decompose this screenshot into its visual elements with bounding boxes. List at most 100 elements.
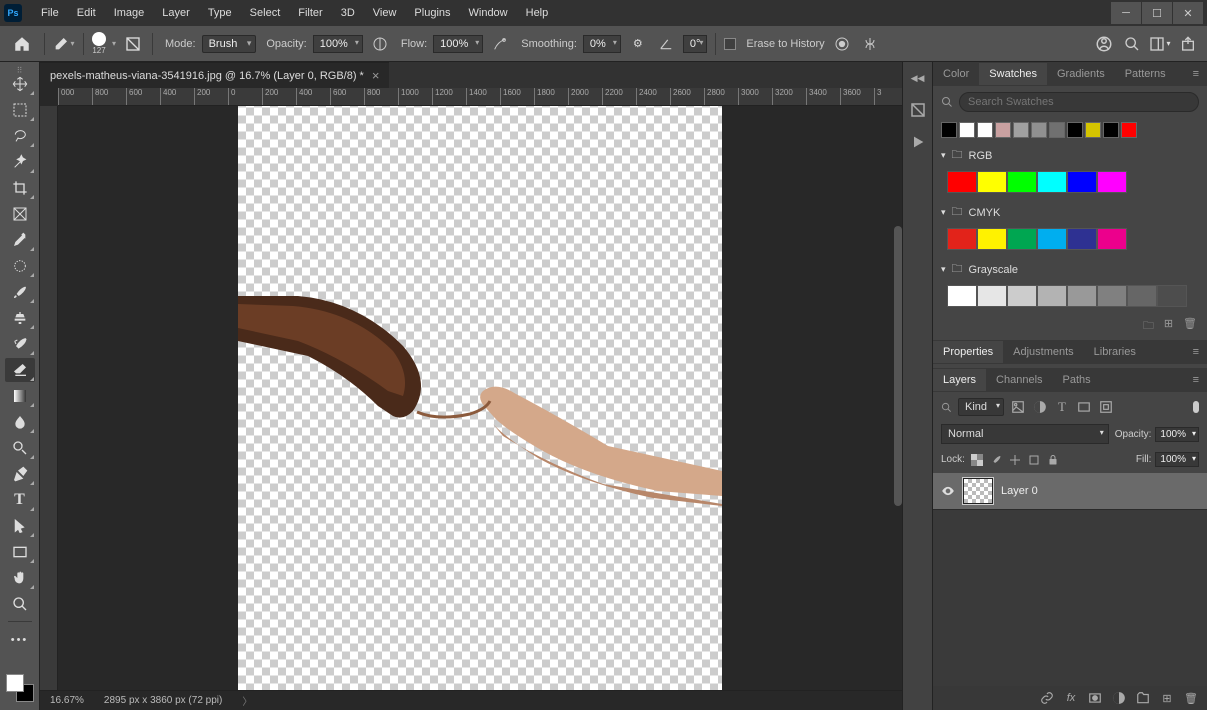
close-tab-icon[interactable]: × bbox=[372, 68, 380, 83]
ruler-vertical[interactable] bbox=[40, 106, 58, 690]
swatch[interactable] bbox=[1007, 171, 1037, 193]
layer-filter-select[interactable]: Kind bbox=[958, 398, 1004, 416]
tab-layers[interactable]: Layers bbox=[933, 369, 986, 391]
mode-select[interactable]: Brush bbox=[202, 35, 257, 53]
swatch[interactable] bbox=[977, 171, 1007, 193]
swatch[interactable] bbox=[1037, 228, 1067, 250]
opacity-field[interactable]: 100% bbox=[313, 35, 363, 53]
tab-libraries[interactable]: Libraries bbox=[1084, 341, 1146, 363]
cloud-docs-icon[interactable] bbox=[1093, 33, 1115, 55]
menu-layer[interactable]: Layer bbox=[153, 3, 199, 23]
menu-window[interactable]: Window bbox=[460, 3, 517, 23]
foreground-color[interactable] bbox=[6, 674, 24, 692]
rectangle-tool[interactable] bbox=[5, 540, 35, 564]
angle-field[interactable]: 0° bbox=[683, 35, 708, 53]
swatch[interactable] bbox=[1007, 228, 1037, 250]
tablet-pressure-size-icon[interactable] bbox=[831, 33, 853, 55]
marquee-tool[interactable] bbox=[5, 98, 35, 122]
swatch[interactable] bbox=[1097, 171, 1127, 193]
new-swatch-icon[interactable]: ⊞ bbox=[1164, 317, 1173, 336]
opacity-pressure-icon[interactable] bbox=[369, 33, 391, 55]
minimize-button[interactable]: ─ bbox=[1111, 2, 1141, 24]
swatch[interactable] bbox=[995, 122, 1011, 138]
crop-tool[interactable] bbox=[5, 176, 35, 200]
airbrush-icon[interactable] bbox=[489, 33, 511, 55]
magic-wand-tool[interactable] bbox=[5, 150, 35, 174]
swatch[interactable] bbox=[1013, 122, 1029, 138]
swatch[interactable] bbox=[1157, 285, 1187, 307]
menu-image[interactable]: Image bbox=[105, 3, 154, 23]
link-layers-icon[interactable] bbox=[1039, 690, 1055, 706]
swatch-folder-icon[interactable]: 🗀 bbox=[1143, 317, 1154, 336]
brush-preview[interactable]: 127 bbox=[92, 32, 106, 55]
filter-toggle[interactable] bbox=[1193, 401, 1199, 413]
swatch-group-rgb[interactable]: ▾🗀RGB bbox=[933, 142, 1207, 169]
symmetry-icon[interactable] bbox=[859, 33, 881, 55]
swatch[interactable] bbox=[1067, 285, 1097, 307]
menu-type[interactable]: Type bbox=[199, 3, 241, 23]
move-tool[interactable] bbox=[5, 72, 35, 96]
lock-artboard-icon[interactable] bbox=[1027, 453, 1041, 467]
healing-brush-tool[interactable] bbox=[5, 254, 35, 278]
document-tab[interactable]: pexels-matheus-viana-3541916.jpg @ 16.7%… bbox=[40, 62, 389, 88]
lock-transparency-icon[interactable] bbox=[970, 453, 984, 467]
swatch[interactable] bbox=[977, 228, 1007, 250]
swatch[interactable] bbox=[1049, 122, 1065, 138]
tab-adjustments[interactable]: Adjustments bbox=[1003, 341, 1084, 363]
swatch[interactable] bbox=[1121, 122, 1137, 138]
tab-channels[interactable]: Channels bbox=[986, 369, 1052, 391]
canvas[interactable] bbox=[58, 106, 902, 690]
tab-gradients[interactable]: Gradients bbox=[1047, 63, 1115, 85]
swatch[interactable] bbox=[977, 285, 1007, 307]
swatch[interactable] bbox=[947, 171, 977, 193]
brush-tool[interactable] bbox=[5, 280, 35, 304]
workspace-icon[interactable]: ▾ bbox=[1149, 33, 1171, 55]
layer-opacity-field[interactable]: 100% bbox=[1155, 427, 1199, 442]
zoom-tool[interactable] bbox=[5, 592, 35, 616]
close-window-button[interactable]: ✕ bbox=[1173, 2, 1203, 24]
pen-tool[interactable] bbox=[5, 462, 35, 486]
swatch-search-input[interactable] bbox=[959, 92, 1199, 112]
lock-pixels-icon[interactable] bbox=[989, 453, 1003, 467]
filter-pixel-icon[interactable] bbox=[1010, 399, 1026, 415]
color-swatches[interactable] bbox=[6, 674, 34, 702]
history-brush-tool[interactable] bbox=[5, 332, 35, 356]
menu-edit[interactable]: Edit bbox=[68, 3, 105, 23]
swatch[interactable] bbox=[1067, 122, 1083, 138]
swatch[interactable] bbox=[1037, 171, 1067, 193]
swatch[interactable] bbox=[1037, 285, 1067, 307]
swatch[interactable] bbox=[1103, 122, 1119, 138]
share-icon[interactable] bbox=[1177, 33, 1199, 55]
toolbar-grip[interactable]: ⠿ bbox=[16, 66, 24, 69]
adjustment-layer-icon[interactable] bbox=[1111, 690, 1127, 706]
panel-menu-icon[interactable]: ≡ bbox=[1185, 346, 1207, 358]
menu-file[interactable]: File bbox=[32, 3, 68, 23]
swatch-group-cmyk[interactable]: ▾🗀CMYK bbox=[933, 199, 1207, 226]
gradient-tool[interactable] bbox=[5, 384, 35, 408]
expand-panels-icon[interactable]: ◀◀ bbox=[908, 68, 928, 88]
swatch[interactable] bbox=[1097, 285, 1127, 307]
layer-item[interactable]: Layer 0 bbox=[933, 473, 1207, 510]
swatch[interactable] bbox=[1007, 285, 1037, 307]
hand-tool[interactable] bbox=[5, 566, 35, 590]
swatch[interactable] bbox=[947, 228, 977, 250]
smoothing-gear-icon[interactable]: ⚙ bbox=[627, 33, 649, 55]
document-canvas[interactable] bbox=[238, 106, 722, 690]
menu-select[interactable]: Select bbox=[241, 3, 290, 23]
new-layer-icon[interactable]: ⊞ bbox=[1159, 690, 1175, 706]
delete-swatch-icon[interactable]: 🗑 bbox=[1183, 317, 1197, 336]
delete-layer-icon[interactable]: 🗑 bbox=[1183, 690, 1199, 706]
menu-help[interactable]: Help bbox=[517, 3, 558, 23]
clone-stamp-tool[interactable] bbox=[5, 306, 35, 330]
swatch[interactable] bbox=[1127, 285, 1157, 307]
eraser-tool-icon[interactable]: ▾ bbox=[53, 33, 75, 55]
swatch[interactable] bbox=[1067, 171, 1097, 193]
filter-adjustment-icon[interactable] bbox=[1032, 399, 1048, 415]
layer-thumbnail[interactable] bbox=[963, 478, 993, 504]
swatch[interactable] bbox=[1067, 228, 1097, 250]
layer-mask-icon[interactable] bbox=[1087, 690, 1103, 706]
lock-all-icon[interactable] bbox=[1046, 453, 1060, 467]
lasso-tool[interactable] bbox=[5, 124, 35, 148]
swatch[interactable] bbox=[941, 122, 957, 138]
eyedropper-tool[interactable] bbox=[5, 228, 35, 252]
